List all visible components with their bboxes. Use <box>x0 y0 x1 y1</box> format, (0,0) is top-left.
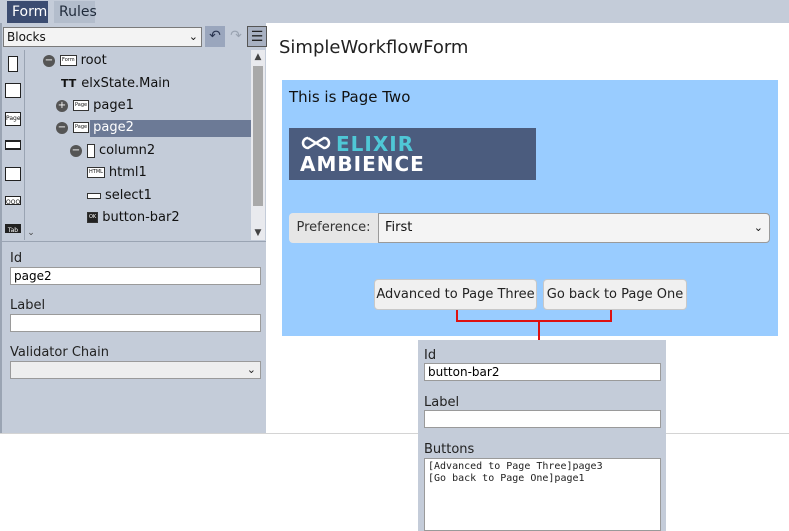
label-field[interactable] <box>10 314 261 332</box>
popup-id-label: Id <box>424 348 437 363</box>
tree-scrollbar[interactable]: ▲ ▼ <box>251 50 265 240</box>
undo-button[interactable]: ↶ <box>205 26 225 47</box>
divider <box>0 433 789 434</box>
state-icon: TT <box>61 78 77 89</box>
expand-icon[interactable]: + <box>56 99 68 112</box>
column-icon <box>87 143 95 158</box>
validator-chain-label: Validator Chain <box>10 345 109 360</box>
page-block-icon[interactable]: Page <box>5 112 21 126</box>
connector-stem <box>538 320 540 340</box>
row-icon[interactable] <box>5 140 21 150</box>
collapse-icon[interactable]: − <box>56 121 68 134</box>
scroll-down-icon[interactable]: ▼ <box>251 226 265 240</box>
top-tab-bar <box>0 0 789 23</box>
html-icon: HTML <box>87 167 105 178</box>
popup-label-label: Label <box>424 395 460 410</box>
label-label: Label <box>10 298 46 313</box>
scroll-up-icon[interactable]: ▲ <box>251 50 265 64</box>
popup-label-field[interactable] <box>424 410 661 428</box>
popup-buttons-label: Buttons <box>424 442 475 457</box>
collapse-icon[interactable]: − <box>43 54 55 67</box>
popup-buttons-textarea[interactable]: [Advanced to Page Three]page3 [Go back t… <box>424 458 661 531</box>
back-page-one-button[interactable]: Go back to Page One <box>543 279 687 310</box>
select-icon <box>87 192 101 199</box>
scroll-thumb[interactable] <box>253 66 263 206</box>
preference-label: Preference: <box>289 213 378 243</box>
tree-item-label: button-bar2 <box>102 210 180 225</box>
tree-item-label: html1 <box>108 165 147 180</box>
column-icon[interactable] <box>8 56 18 72</box>
form-icon: Form <box>60 55 77 66</box>
chevron-down-icon: ⌄ <box>753 221 763 234</box>
chevron-down-icon: ⌄ <box>188 30 198 43</box>
chevron-down-icon: ⌄ <box>246 363 256 376</box>
form-title: SimpleWorkflowForm <box>279 37 469 58</box>
button-bar-icon: OK <box>87 212 99 223</box>
hamburger-icon: ☰ <box>250 29 264 45</box>
page-icon: Page <box>73 100 90 111</box>
infinity-logo-icon <box>301 136 331 150</box>
tree-item-label: root <box>80 53 107 68</box>
preference-value: First <box>385 220 413 235</box>
tree-item-select1[interactable]: select1 <box>87 186 152 206</box>
tree-item-label: select1 <box>105 188 152 203</box>
palette-scroll-down-icon[interactable]: ⌄ <box>24 226 38 240</box>
tree-item-elxstate[interactable]: TT elxState.Main <box>60 74 170 94</box>
tree-item-page2[interactable]: − Page page2 <box>56 118 134 138</box>
tree-item-label: column2 <box>99 143 156 158</box>
tree-item-html1[interactable]: HTML html1 <box>87 163 147 183</box>
tab-form[interactable]: Form <box>7 1 48 23</box>
validator-chain-select[interactable]: ⌄ <box>10 361 261 379</box>
tree-item-label: page1 <box>93 98 134 113</box>
id-label: Id <box>10 251 23 266</box>
split-row-icon[interactable] <box>5 167 21 181</box>
undo-icon: ↶ <box>209 28 221 44</box>
popup-id-field[interactable]: button-bar2 <box>424 363 661 381</box>
blocks-select-value: Blocks <box>7 30 46 44</box>
tree-item-label: elxState.Main <box>81 76 171 91</box>
tree-item-page1[interactable]: + Page page1 <box>56 96 134 116</box>
block-palette: Page OOO Tab <box>2 50 24 240</box>
properties-panel: Id page2 Label Validator Chain ⌄ <box>2 241 266 433</box>
page-heading: This is Page Two <box>289 88 411 106</box>
advance-page-three-button[interactable]: Advanced to Page Three <box>374 279 537 310</box>
preference-select[interactable]: First ⌄ <box>378 213 770 243</box>
tree-item-button-bar2[interactable]: OK button-bar2 <box>87 208 180 228</box>
elixir-ambience-logo: ELIXIR AMBIENCE <box>289 128 536 180</box>
logo-text-ambience: AMBIENCE <box>300 152 425 176</box>
blocks-select[interactable]: Blocks ⌄ <box>3 27 202 47</box>
tree-item-column2[interactable]: − column2 <box>70 141 155 161</box>
tab-rules[interactable]: Rules <box>54 1 97 23</box>
tree-item-label: page2 <box>93 120 134 135</box>
collapse-icon[interactable]: − <box>70 144 82 157</box>
connector-bar <box>456 320 612 322</box>
redo-button[interactable]: ↷ <box>226 26 246 47</box>
button-bar-block-icon[interactable]: OOO <box>5 196 21 205</box>
page-icon: Page <box>73 122 90 133</box>
tree-item-root[interactable]: − Form root <box>43 51 107 71</box>
id-field[interactable]: page2 <box>10 267 261 285</box>
button-bar-properties-popup: Id button-bar2 Label Buttons [Advanced t… <box>418 340 666 531</box>
tab-block-icon[interactable]: Tab <box>5 224 21 233</box>
menu-button[interactable]: ☰ <box>247 26 267 47</box>
redo-icon: ↷ <box>230 28 242 44</box>
two-column-icon[interactable] <box>5 83 21 98</box>
